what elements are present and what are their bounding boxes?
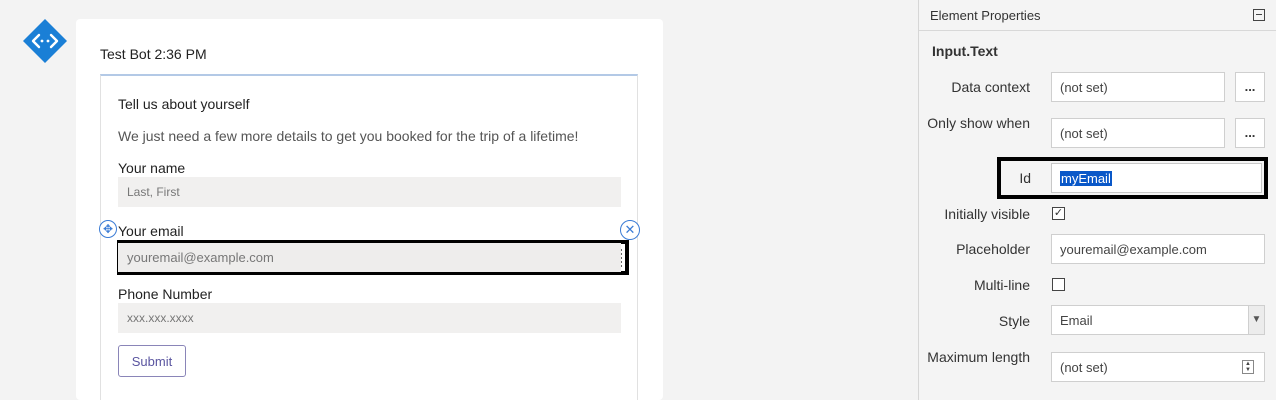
phone-input-placeholder: xxx.xxx.xxxx (127, 311, 194, 325)
initially-visible-label: Initially visible (944, 206, 1030, 222)
phone-input[interactable]: xxx.xxx.xxxx (118, 303, 621, 333)
element-properties-panel: Element Properties Input.Text Data conte… (918, 0, 1276, 400)
message-sender-timestamp: Test Bot 2:36 PM (100, 46, 207, 62)
only-show-when-field[interactable]: (not set) (1051, 118, 1225, 148)
adaptive-card[interactable]: Tell us about yourself We just need a fe… (99, 74, 640, 400)
chat-message-card: Test Bot 2:36 PM Tell us about yourself … (76, 19, 663, 400)
placeholder-field[interactable]: youremail@example.com (1051, 234, 1265, 264)
max-length-field[interactable]: (not set) ▲ ▼ (1051, 352, 1265, 382)
card-title: Tell us about yourself (118, 96, 250, 112)
data-context-label: Data context (951, 79, 1030, 95)
id-row-outline: Id myEmail (997, 157, 1268, 199)
spinner-icon[interactable]: ▲ ▼ (1242, 360, 1254, 374)
email-label: Your email (118, 223, 184, 239)
placeholder-label: Placeholder (956, 241, 1030, 257)
card-subtitle: We just need a few more details to get y… (118, 128, 579, 144)
email-input-placeholder: youremail@example.com (127, 250, 274, 265)
max-length-label: Maximum length (927, 349, 1030, 365)
name-input[interactable]: Last, First (118, 177, 621, 207)
id-value: myEmail (1060, 170, 1112, 186)
chevron-down-icon[interactable]: ▼ (1248, 306, 1264, 334)
style-value: Email (1060, 312, 1093, 328)
data-context-ellipsis-button[interactable]: ... (1235, 72, 1265, 102)
collapse-icon[interactable] (1253, 9, 1265, 21)
bot-avatar (22, 18, 68, 64)
id-label: Id (1019, 170, 1031, 186)
only-show-when-value: (not set) (1060, 125, 1108, 141)
only-show-when-ellipsis-button[interactable]: ... (1235, 118, 1265, 148)
data-context-value: (not set) (1060, 79, 1108, 95)
multi-line-checkbox[interactable] (1052, 278, 1065, 291)
panel-title: Element Properties (930, 8, 1041, 23)
phone-label: Phone Number (118, 286, 213, 302)
bot-logo-icon (23, 19, 67, 63)
data-context-field[interactable]: (not set) (1051, 72, 1225, 102)
only-show-when-label: Only show when (927, 115, 1030, 131)
email-input[interactable]: youremail@example.com (118, 243, 621, 272)
submit-button[interactable]: Submit (118, 345, 186, 377)
element-type-heading: Input.Text (932, 43, 998, 59)
style-select[interactable]: Email ▼ (1051, 305, 1265, 335)
panel-header: Element Properties (919, 0, 1276, 31)
name-input-placeholder: Last, First (127, 185, 180, 199)
max-length-value: (not set) (1060, 359, 1108, 375)
name-label: Your name (118, 160, 186, 176)
close-circle-icon[interactable]: ✕ (620, 220, 640, 240)
style-label: Style (998, 313, 1030, 329)
move-icon[interactable]: ✥ (99, 220, 117, 238)
multi-line-label: Multi-line (973, 277, 1030, 293)
placeholder-value: youremail@example.com (1060, 241, 1207, 257)
id-field[interactable]: myEmail (1051, 163, 1262, 193)
initially-visible-checkbox[interactable]: ✓ (1052, 207, 1065, 220)
